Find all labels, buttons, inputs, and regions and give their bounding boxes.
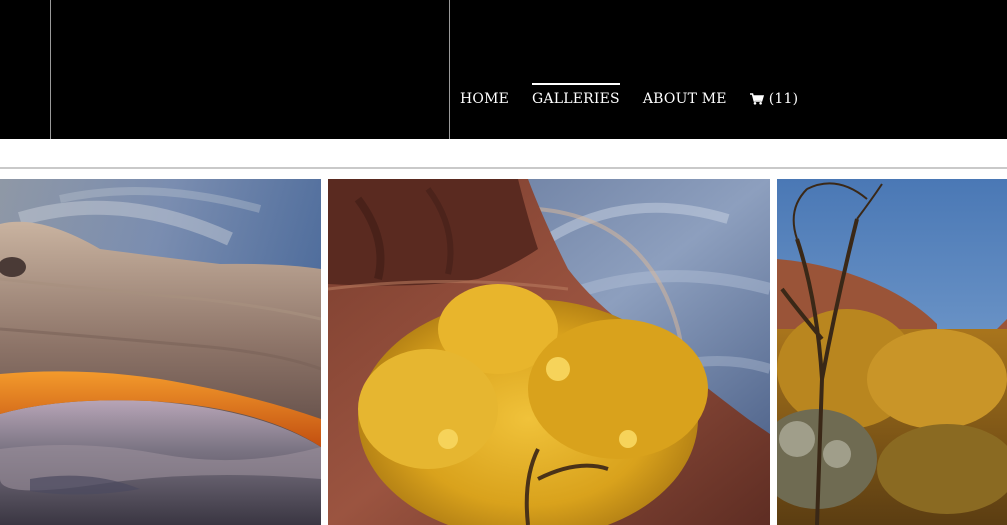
cart-button[interactable]: (11) [749, 83, 799, 114]
content-divider [0, 167, 1007, 169]
main-nav: HOME GALLERIES ABOUT ME (11) [460, 80, 821, 114]
header-divider-left [50, 0, 51, 139]
nav-item-galleries[interactable]: GALLERIES [532, 83, 620, 114]
golden-cottonwood-photo[interactable] [328, 179, 770, 525]
cart-count: (11) [768, 91, 799, 107]
nav-item-home[interactable]: HOME [460, 83, 509, 114]
shopping-cart-icon [749, 93, 764, 105]
nav-item-about-me[interactable]: ABOUT ME [643, 83, 727, 114]
site-header: HOME GALLERIES ABOUT ME (11) [0, 0, 1007, 139]
autumn-canyon-photo[interactable] [777, 179, 1007, 525]
mesa-arch-photo[interactable] [0, 179, 321, 525]
header-divider-right [449, 0, 450, 139]
